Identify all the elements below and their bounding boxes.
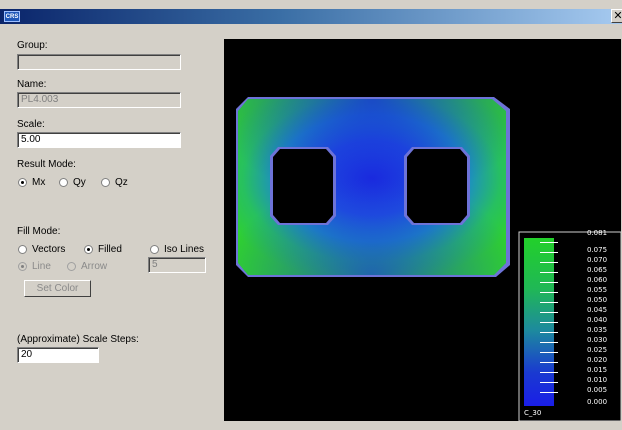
legend-value: 0.050 [587,296,608,304]
result-mode-qz-label[interactable]: Qz [115,177,128,188]
legend-tick [540,312,558,313]
vector-arrow-label: Arrow [81,261,108,272]
result-mode-qy-radio[interactable] [59,178,68,187]
legend-value: 0.065 [587,266,608,274]
result-mode-qy-label[interactable]: Qy [73,177,86,188]
legend-tick [540,292,558,293]
legend-value: 0.015 [587,366,608,374]
legend-value: 0.005 [587,386,608,394]
legend-value: 0.030 [587,336,608,344]
result-mode-qz-radio[interactable] [101,178,110,187]
fill-mode-label: Fill Mode: [17,226,61,237]
legend-tick [540,242,558,243]
plate-result-plot [236,97,622,422]
legend-value: 0.025 [587,346,608,354]
legend-tick [540,282,558,283]
result-mode-mx-radio[interactable] [18,178,27,187]
legend-tick [540,262,558,263]
scale-input[interactable]: 5.00 [17,132,181,148]
app-icon[interactable]: CRS [4,11,20,22]
legend-tick [540,352,558,353]
result-viewport[interactable] [224,39,622,422]
legend-value: 0.060 [587,276,608,284]
legend-tick [540,372,558,373]
name-field: PL4.003 [17,92,181,108]
set-color-button[interactable]: Set Color [24,280,91,297]
legend-tick [540,252,558,253]
name-label: Name: [17,79,47,90]
window-titlebar[interactable]: CRS ✕ [0,9,622,24]
legend-value: 0.000 [587,398,608,406]
scale-label: Scale: [17,119,45,130]
group-label: Group: [17,40,48,51]
legend-value: 0.070 [587,256,608,264]
legend-value: 0.040 [587,316,608,324]
legend-value: 0.081 [587,229,608,237]
legend-value: 0.010 [587,376,608,384]
legend-tick [540,362,558,363]
result-mode-label: Result Mode: [17,159,76,170]
legend-value: 0.020 [587,356,608,364]
fill-mode-isolines-label[interactable]: Iso Lines [164,244,204,255]
legend-value: 0.045 [587,306,608,314]
legend-value: 0.035 [587,326,608,334]
group-field [17,54,181,70]
scale-steps-input[interactable]: 20 [17,347,99,363]
close-button[interactable]: ✕ [611,9,622,23]
scale-steps-label: (Approximate) Scale Steps: [17,334,139,345]
legend-bottom-label: C_30 [524,409,542,417]
legend-value: 0.075 [587,246,608,254]
fill-mode-vectors-label[interactable]: Vectors [32,244,65,255]
legend-tick [540,332,558,333]
fill-mode-filled-radio[interactable] [84,245,93,254]
result-mode-mx-label[interactable]: Mx [32,177,45,188]
fill-mode-vectors-radio[interactable] [18,245,27,254]
legend-tick [540,272,558,273]
vector-line-label: Line [32,261,51,272]
fill-mode-isolines-radio[interactable] [150,245,159,254]
vector-line-radio[interactable] [18,262,27,271]
iso-lines-count-field[interactable]: 5 [148,257,206,273]
legend-tick [540,382,558,383]
legend-tick [540,342,558,343]
legend-value: 0.055 [587,286,608,294]
vector-arrow-radio[interactable] [67,262,76,271]
legend-tick [540,392,558,393]
legend-tick [540,302,558,303]
legend-tick [540,322,558,323]
fill-mode-filled-label[interactable]: Filled [98,244,122,255]
